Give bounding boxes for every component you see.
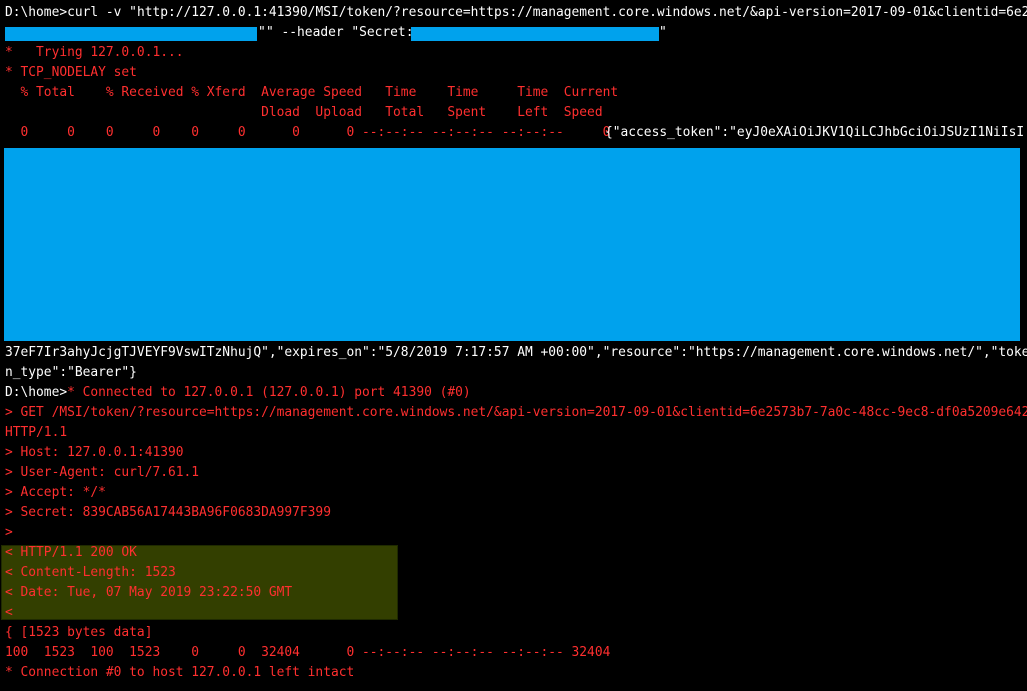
command-line-2-end: " xyxy=(659,25,667,40)
request-secret-header: > Secret: 839CAB56A17443BA96F0683DA997F3… xyxy=(5,505,331,520)
response-date: < Date: Tue, 07 May 2019 23:22:50 GMT xyxy=(5,585,293,600)
progress-header-2: Dload Upload Total Spent Left Speed xyxy=(5,105,603,120)
request-protocol-line: HTTP/1.1 xyxy=(5,425,68,440)
progress-zero-line: 0 0 0 0 0 0 0 0 --:--:-- --:--:-- --:--:… xyxy=(5,125,611,140)
trying-line: * Trying 127.0.0.1... xyxy=(5,45,184,60)
redacted-token-block xyxy=(4,148,1020,341)
token-tail-1: 37eF7Ir3ahyJcjgTJVEYF9VswITzNhujQ","expi… xyxy=(5,345,1027,360)
prompt: D:\home> xyxy=(5,5,68,20)
connected-text: * Connected to 127.0.0.1 (127.0.0.1) por… xyxy=(67,385,471,400)
response-content-length: < Content-Length: 1523 xyxy=(5,565,176,580)
request-accept-header: > Accept: */* xyxy=(5,485,106,500)
nodelay-line: * TCP_NODELAY set xyxy=(5,65,137,80)
redacted-client-id xyxy=(5,27,257,41)
command-line-2-quote: " xyxy=(258,25,266,40)
progress-header-1: % Total % Received % Xferd Average Speed… xyxy=(5,85,619,100)
request-get-line: > GET /MSI/token/?resource=https://manag… xyxy=(5,405,1027,420)
token-tail-2: n_type":"Bearer"} xyxy=(5,365,137,380)
request-host-header: > Host: 127.0.0.1:41390 xyxy=(5,445,184,460)
request-user-agent-header: > User-Agent: curl/7.61.1 xyxy=(5,465,200,480)
command-line-1: D:\home>curl -v "http://127.0.0.1:41390/… xyxy=(5,3,1027,23)
second-prompt: D:\home> xyxy=(5,385,68,400)
bytes-data-line: { [1523 bytes data] xyxy=(5,625,153,640)
response-status-line: < HTTP/1.1 200 OK xyxy=(5,545,137,560)
curl-command: curl -v "http://127.0.0.1:41390/MSI/toke… xyxy=(67,5,1027,20)
access-token-start: {"access_token":"eyJ0eXAiOiJKV1QiLCJhbGc… xyxy=(605,125,1025,140)
connection-intact-line: * Connection #0 to host 127.0.0.1 left i… xyxy=(5,665,355,680)
response-end-marker: < xyxy=(5,605,13,620)
header-argument: " --header "Secret: xyxy=(266,25,422,40)
progress-final-line: 100 1523 100 1523 0 0 32404 0 --:--:-- -… xyxy=(5,645,611,660)
request-end-marker: > xyxy=(5,525,13,540)
connected-line: D:\home>* Connected to 127.0.0.1 (127.0.… xyxy=(5,383,471,403)
redacted-secret xyxy=(411,27,659,41)
